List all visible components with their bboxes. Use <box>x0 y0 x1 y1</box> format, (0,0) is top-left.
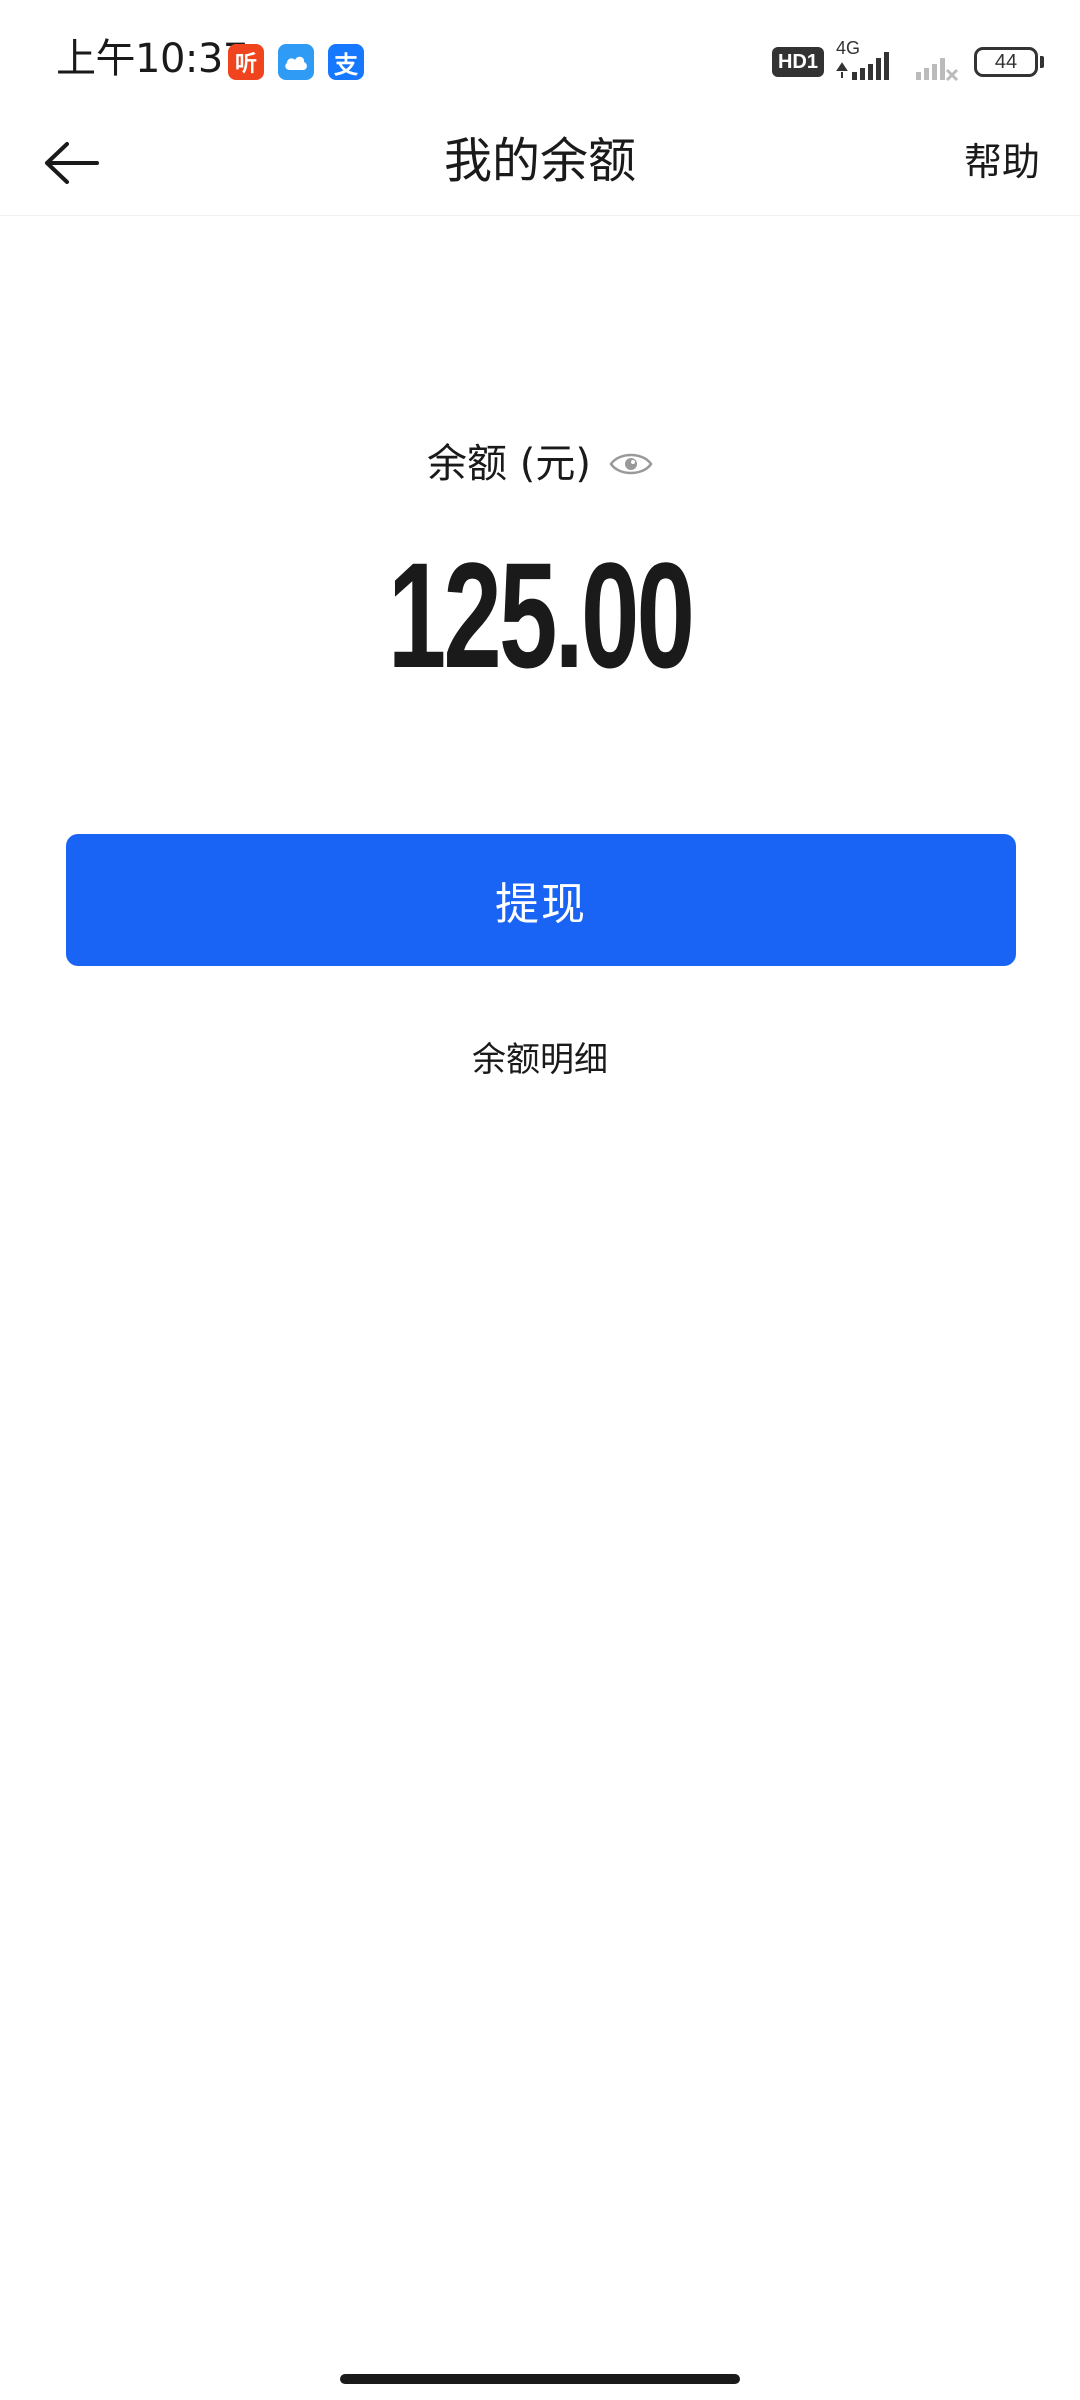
listen-app-icon: 听 <box>228 44 264 80</box>
alipay-app-icon: 支 <box>328 44 364 80</box>
battery-icon: 44 <box>974 47 1044 77</box>
status-time: 上午10:37 <box>56 36 248 82</box>
balance-detail-link[interactable]: 余额明细 <box>0 1030 1080 1090</box>
hd-badge: HD1 <box>771 47 824 77</box>
help-button[interactable]: 帮助 <box>964 132 1040 192</box>
eye-icon <box>609 453 653 475</box>
signal-strength-icon: 4G <box>836 38 902 82</box>
listen-app-glyph: 听 <box>234 52 257 77</box>
battery-level: 44 <box>974 47 1038 77</box>
signal-strength-secondary-icon <box>914 42 962 82</box>
title-bar: 我的余额 帮助 <box>0 110 1080 216</box>
withdraw-button[interactable]: 提现 <box>66 834 1016 966</box>
notification-icons: 听 支 <box>228 44 364 80</box>
alipay-app-glyph: 支 <box>334 50 358 79</box>
home-gesture-bar[interactable] <box>340 2374 740 2384</box>
cloud-app-icon <box>278 44 314 80</box>
status-bar: 上午10:37 听 支 HD1 4G 44 <box>0 0 1080 110</box>
page-title: 我的余额 <box>443 133 636 189</box>
balance-amount: 125.00 <box>387 531 695 699</box>
battery-cap <box>1040 56 1044 68</box>
status-indicators: HD1 4G 44 <box>771 38 1044 82</box>
balance-label: 余额 (元) <box>427 441 591 487</box>
balance-label-row: 余额 (元) <box>0 432 1080 496</box>
visibility-toggle[interactable] <box>609 442 653 486</box>
screen: 上午10:37 听 支 HD1 4G 44 我的余额 帮助 余额 (元) 125… <box>0 0 1080 2400</box>
